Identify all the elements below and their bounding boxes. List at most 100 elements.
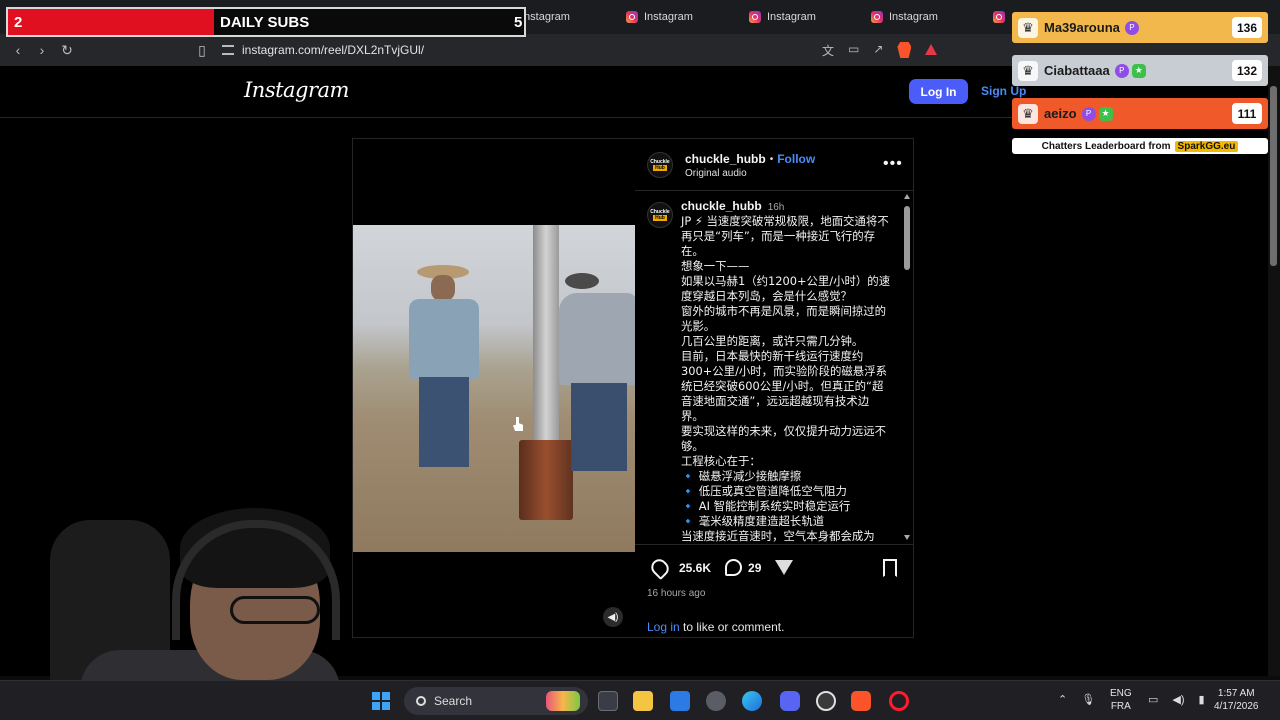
login-prompt-text: to like or comment. [679,620,785,634]
language-indicator[interactable]: ENG FRA [1110,687,1132,713]
badge-icon: P [1081,106,1096,121]
avatar-text: Hub [653,165,667,171]
subs-label: DAILY SUBS [220,14,310,31]
browser-toolbar-icons: 文 ▭ ↗ [822,42,938,59]
crown-icon: ♛ [1018,60,1038,81]
network-icon[interactable]: ▭ [1148,693,1158,706]
save-icon[interactable] [883,559,897,577]
instagram-icon [749,11,761,23]
scroll-down-icon[interactable] [904,535,910,540]
windows-start-icon[interactable] [372,692,390,710]
battery-icon[interactable]: ▮ [1199,693,1205,706]
app-icon[interactable] [706,691,726,711]
video-frame [353,225,635,552]
like-icon[interactable] [647,555,673,580]
post-username[interactable]: chuckle_hubb [685,152,766,166]
lang-secondary: FRA [1110,701,1131,712]
login-button[interactable]: Log In [909,79,968,104]
volume-icon[interactable]: ◀) [603,607,623,627]
brave-icon[interactable] [851,691,871,711]
discord-icon[interactable] [780,691,800,711]
scroll-thumb[interactable] [904,206,910,270]
caption-area: Chuckle Hub chuckle_hubb 16h JP ⚡ 当速度突破常… [635,192,913,544]
video-person-right [559,273,635,473]
volume-tray-icon[interactable]: ◀) [1172,693,1184,706]
share-icon[interactable]: ↗ [873,42,883,59]
clock-time: 1:57 AM [1217,688,1255,699]
original-audio-link[interactable]: Original audio [685,168,747,179]
lang-primary: ENG [1110,688,1132,699]
instagram-icon [626,11,638,23]
reel-video[interactable]: ◀) [353,139,635,637]
instagram-logo[interactable]: Instagram [244,78,349,102]
subs-count: 2 [14,14,23,31]
browser-tab[interactable]: Instagram [626,5,693,29]
forward-icon[interactable]: › [32,40,52,60]
tab-label: Instagram [521,11,570,23]
more-options-icon[interactable]: ••• [883,155,903,173]
task-view-icon[interactable] [598,691,618,711]
bookmark-page-icon[interactable]: ▯ [192,40,212,60]
caption-username[interactable]: chuckle_hubb [681,199,762,213]
glasses-icon [230,596,320,624]
avatar-text: Hub [653,215,667,221]
leaderboard-footer-text: Chatters Leaderboard from [1041,140,1171,152]
follow-button[interactable]: Follow [777,152,815,166]
brave-shield-icon[interactable] [897,42,912,58]
translate-icon[interactable]: 文 [822,42,834,59]
status-icons: ▭ ◀) ▮ [1148,693,1205,706]
leaderboard-row: ♛ Ma39arouna P 136 [1012,12,1268,43]
leaderboard-brand: SparkGG.eu [1174,140,1239,152]
streamer-webcam [40,500,350,686]
brave-rewards-icon[interactable] [925,44,938,55]
instagram-icon [993,11,1005,23]
clock[interactable]: 1:57 AM 4/17/2026 [1214,687,1259,713]
edge-icon[interactable] [742,691,762,711]
leaderboard-name: aeizo [1044,106,1077,121]
cast-icon[interactable]: ▭ [848,42,859,59]
comment-count: 29 [748,560,762,575]
opera-icon[interactable] [889,691,909,711]
separator-dot: • [769,153,774,165]
reel-card: ◀) Chuckle Hub chuckle_hubb • Follow Ori… [352,138,914,638]
action-row: 25.6K 29 [647,555,794,580]
post-time: 16 hours ago [647,588,706,599]
avatar[interactable]: Chuckle Hub [647,202,673,228]
page-scrollbar[interactable] [1268,66,1280,676]
instagram-icon [871,11,883,23]
comment-icon[interactable] [725,559,743,576]
url-text: instagram.com/reel/DXL2nTvjGUl/ [242,43,425,57]
post-header: Chuckle Hub chuckle_hubb • Follow Origin… [635,139,913,191]
browser-tab[interactable] [993,5,1005,29]
leaderboard-name: Ma39arouna [1044,20,1120,35]
reload-icon[interactable]: ↻ [57,40,77,60]
browser-tab[interactable]: Instagram [749,5,816,29]
share-icon[interactable] [775,560,794,575]
microphone-icon[interactable]: 🎙 [1081,693,1095,706]
search-icon [416,696,426,706]
badge-icon: P [1124,20,1139,35]
tab-label: Instagram [889,11,938,23]
store-icon[interactable] [670,691,690,711]
leaderboard-name: Ciabattaaa [1044,63,1110,78]
obs-icon[interactable] [816,691,836,711]
page-scroll-thumb[interactable] [1270,86,1277,266]
site-settings-icon[interactable] [222,45,234,55]
like-count: 25.6K [679,560,712,575]
caption-scrollbar[interactable] [903,194,911,540]
browser-tab[interactable]: Instagram [871,5,938,29]
login-link[interactable]: Log in [647,620,680,634]
subs-goal: 5 [514,14,523,31]
avatar[interactable]: Chuckle Hub [647,152,673,178]
windows-taskbar: Search ⌃ 🎙 ENG FRA ▭ ◀) ▮ 1:57 AM 4/17/2… [0,680,1280,720]
login-prompt: Log in to like or comment. [647,620,784,634]
show-hidden-icons-icon[interactable]: ⌃ [1058,693,1067,706]
leaderboard-score: 111 [1232,103,1262,124]
scroll-up-icon[interactable] [904,194,910,199]
file-explorer-icon[interactable] [633,691,653,711]
back-icon[interactable]: ‹ [8,40,28,60]
flowers-widget-icon[interactable] [546,691,580,711]
screen: 01b6bcd3-c5ee-4 Instagram Instagram Inst… [0,0,1280,720]
post-panel: Chuckle Hub chuckle_hubb • Follow Origin… [635,139,913,637]
leaderboard-score: 136 [1232,17,1262,38]
